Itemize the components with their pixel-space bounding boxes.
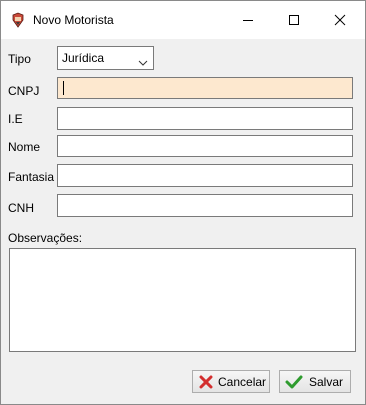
observacoes-label: Observações: xyxy=(8,231,83,245)
tipo-select[interactable]: Jurídica xyxy=(57,46,154,70)
cancel-button[interactable]: Cancelar xyxy=(192,370,270,393)
app-icon xyxy=(10,12,26,28)
observacoes-textarea[interactable] xyxy=(9,248,356,352)
cnh-input[interactable] xyxy=(57,194,353,217)
tipo-label: Tipo xyxy=(8,52,31,66)
ie-label: I.E xyxy=(8,112,23,126)
x-icon xyxy=(198,374,214,390)
cnh-label: CNH xyxy=(8,201,34,215)
text-cursor xyxy=(63,81,64,95)
nome-input[interactable] xyxy=(57,135,353,157)
cnpj-label: CNPJ xyxy=(8,84,40,98)
chevron-down-icon xyxy=(138,55,148,69)
fantasia-label: Fantasia xyxy=(8,170,55,184)
close-button[interactable] xyxy=(317,1,363,39)
cancel-button-label: Cancelar xyxy=(218,375,267,389)
maximize-icon xyxy=(289,15,299,25)
minimize-button[interactable] xyxy=(225,1,271,39)
tipo-select-value: Jurídica xyxy=(62,51,105,65)
fantasia-input[interactable] xyxy=(57,164,353,187)
checkmark-icon xyxy=(285,374,303,390)
title-bar[interactable]: Novo Motorista xyxy=(1,1,365,39)
cnpj-input[interactable] xyxy=(57,77,353,99)
save-button-label: Salvar xyxy=(309,375,344,389)
ie-input[interactable] xyxy=(57,107,353,130)
minimize-icon xyxy=(243,20,253,21)
save-button[interactable]: Salvar xyxy=(279,370,351,393)
dialog-window: Novo Motorista Tipo Jurídica CNPJ I.E No… xyxy=(0,0,366,405)
close-icon xyxy=(334,14,346,26)
window-title: Novo Motorista xyxy=(33,13,114,27)
nome-label: Nome xyxy=(8,140,41,154)
maximize-button[interactable] xyxy=(271,1,317,39)
